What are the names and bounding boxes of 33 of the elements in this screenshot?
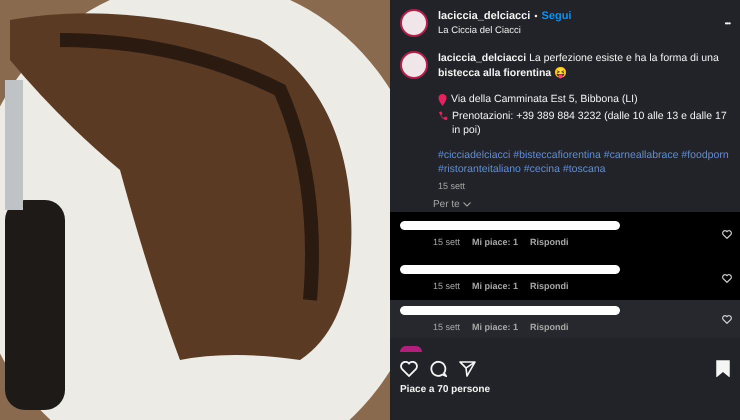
avatar xyxy=(400,346,422,352)
send-icon[interactable] xyxy=(459,360,476,376)
hashtags-link[interactable]: #cicciadelciacci #bisteccafiorentina #carneallabrace #foodporn #ristoranteitaliano #cecina #toscana xyxy=(438,148,730,176)
comment-time: 15 sett xyxy=(433,237,460,247)
location-pin-icon xyxy=(438,94,447,106)
avatar[interactable] xyxy=(400,9,428,37)
heart-icon[interactable] xyxy=(722,274,732,282)
comment-icon[interactable] xyxy=(430,360,447,377)
address-text: Via della Camminata Est 5, Bibbona (LI) xyxy=(451,92,638,106)
likes-count-link[interactable]: Mi piace: 1 xyxy=(472,281,518,291)
follow-button[interactable]: Segui xyxy=(542,10,572,22)
likes-count-link[interactable]: Mi piace: 1 xyxy=(472,237,518,247)
phone-icon xyxy=(438,111,448,121)
phone-text: Prenotazioni: +39 389 884 3232 (dalle 10 alle 13 e dalle 17 in poi) xyxy=(452,109,728,137)
separator-dot: • xyxy=(534,11,538,21)
likes-count-link[interactable]: Mi piace: 1 xyxy=(472,322,518,332)
sort-dropdown[interactable]: Per te xyxy=(433,199,471,210)
more-options-button[interactable]: ••• xyxy=(724,18,730,28)
heart-icon[interactable] xyxy=(722,230,732,238)
comment-time: 15 sett xyxy=(433,281,460,291)
chevron-down-icon xyxy=(462,202,471,207)
username[interactable]: laciccia_delciacci xyxy=(438,10,530,22)
comment-time: 15 sett xyxy=(433,322,460,332)
bookmark-icon[interactable] xyxy=(716,360,730,377)
avatar[interactable] xyxy=(400,51,428,79)
reply-link[interactable]: Rispondi xyxy=(530,281,569,291)
reply-link[interactable]: Rispondi xyxy=(530,322,569,332)
heart-icon[interactable] xyxy=(722,314,732,324)
account-subtitle: La Ciccia del Ciacci xyxy=(438,25,522,36)
caption-text: laciccia_delciacci La perfezione esiste e ha la forma di una bistecca alla fiorentina 😝 xyxy=(438,51,720,81)
post-time: 15 sett xyxy=(438,181,466,191)
reply-link[interactable]: Rispondi xyxy=(530,237,569,247)
likes-count: Piace a 70 persone xyxy=(399,383,492,395)
